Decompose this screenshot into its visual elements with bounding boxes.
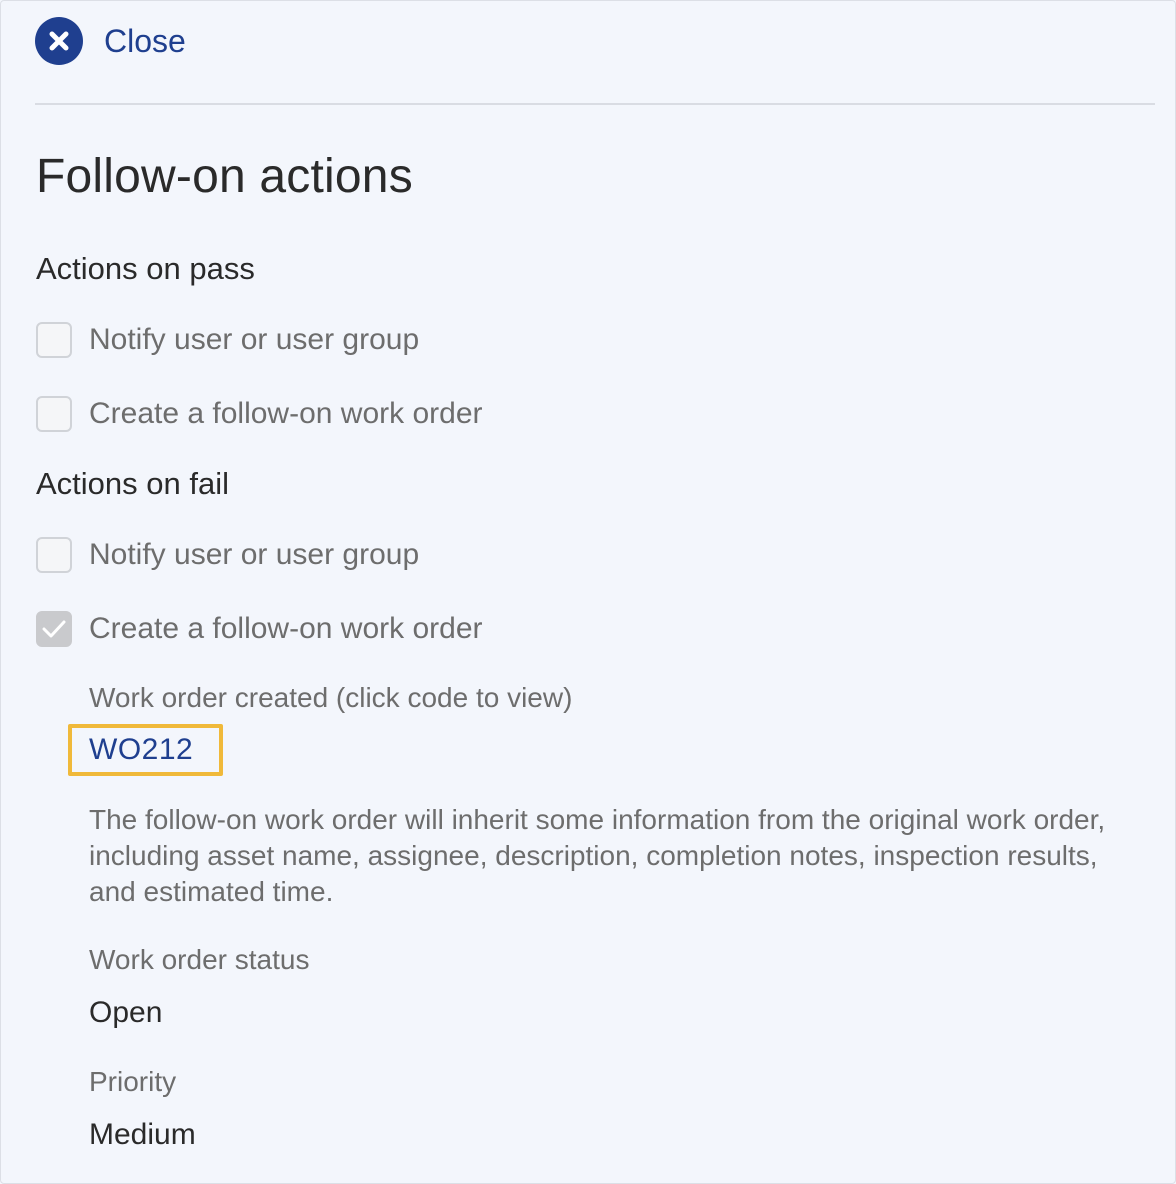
page-title: Follow-on actions	[36, 150, 413, 203]
fail-create-work-order-checkbox[interactable]	[36, 611, 72, 647]
fail-notify-checkbox-row[interactable]: Notify user or user group	[36, 537, 419, 573]
fail-notify-label[interactable]: Notify user or user group	[89, 538, 419, 572]
work-order-code-link[interactable]: WO212	[68, 724, 223, 776]
fail-notify-checkbox[interactable]	[36, 537, 72, 573]
pass-create-work-order-checkbox-row[interactable]: Create a follow-on work order	[36, 396, 483, 432]
fail-create-work-order-label[interactable]: Create a follow-on work order	[89, 612, 483, 646]
pass-create-work-order-label[interactable]: Create a follow-on work order	[89, 397, 483, 431]
priority-value: Medium	[89, 1118, 196, 1151]
close-label[interactable]: Close	[104, 23, 186, 60]
priority-label: Priority	[89, 1066, 177, 1097]
fail-section-heading: Actions on fail	[36, 466, 229, 501]
header-divider	[35, 103, 1155, 105]
pass-notify-checkbox[interactable]	[36, 322, 72, 358]
checkmark-icon	[42, 620, 66, 638]
close-button[interactable]: Close	[35, 17, 186, 65]
work-order-created-label: Work order created (click code to view)	[89, 682, 573, 713]
follow-on-actions-panel: Close Follow-on actions Actions on pass …	[0, 0, 1176, 1184]
work-order-status-value: Open	[89, 996, 163, 1029]
inherit-info-text: The follow-on work order will inherit so…	[89, 804, 1106, 907]
work-order-status-label: Work order status	[89, 944, 310, 975]
pass-notify-checkbox-row[interactable]: Notify user or user group	[36, 322, 419, 358]
pass-create-work-order-checkbox[interactable]	[36, 396, 72, 432]
pass-section-heading: Actions on pass	[36, 251, 255, 286]
fail-create-work-order-checkbox-row[interactable]: Create a follow-on work order	[36, 611, 483, 647]
close-icon[interactable]	[35, 17, 83, 65]
pass-notify-label[interactable]: Notify user or user group	[89, 323, 419, 357]
